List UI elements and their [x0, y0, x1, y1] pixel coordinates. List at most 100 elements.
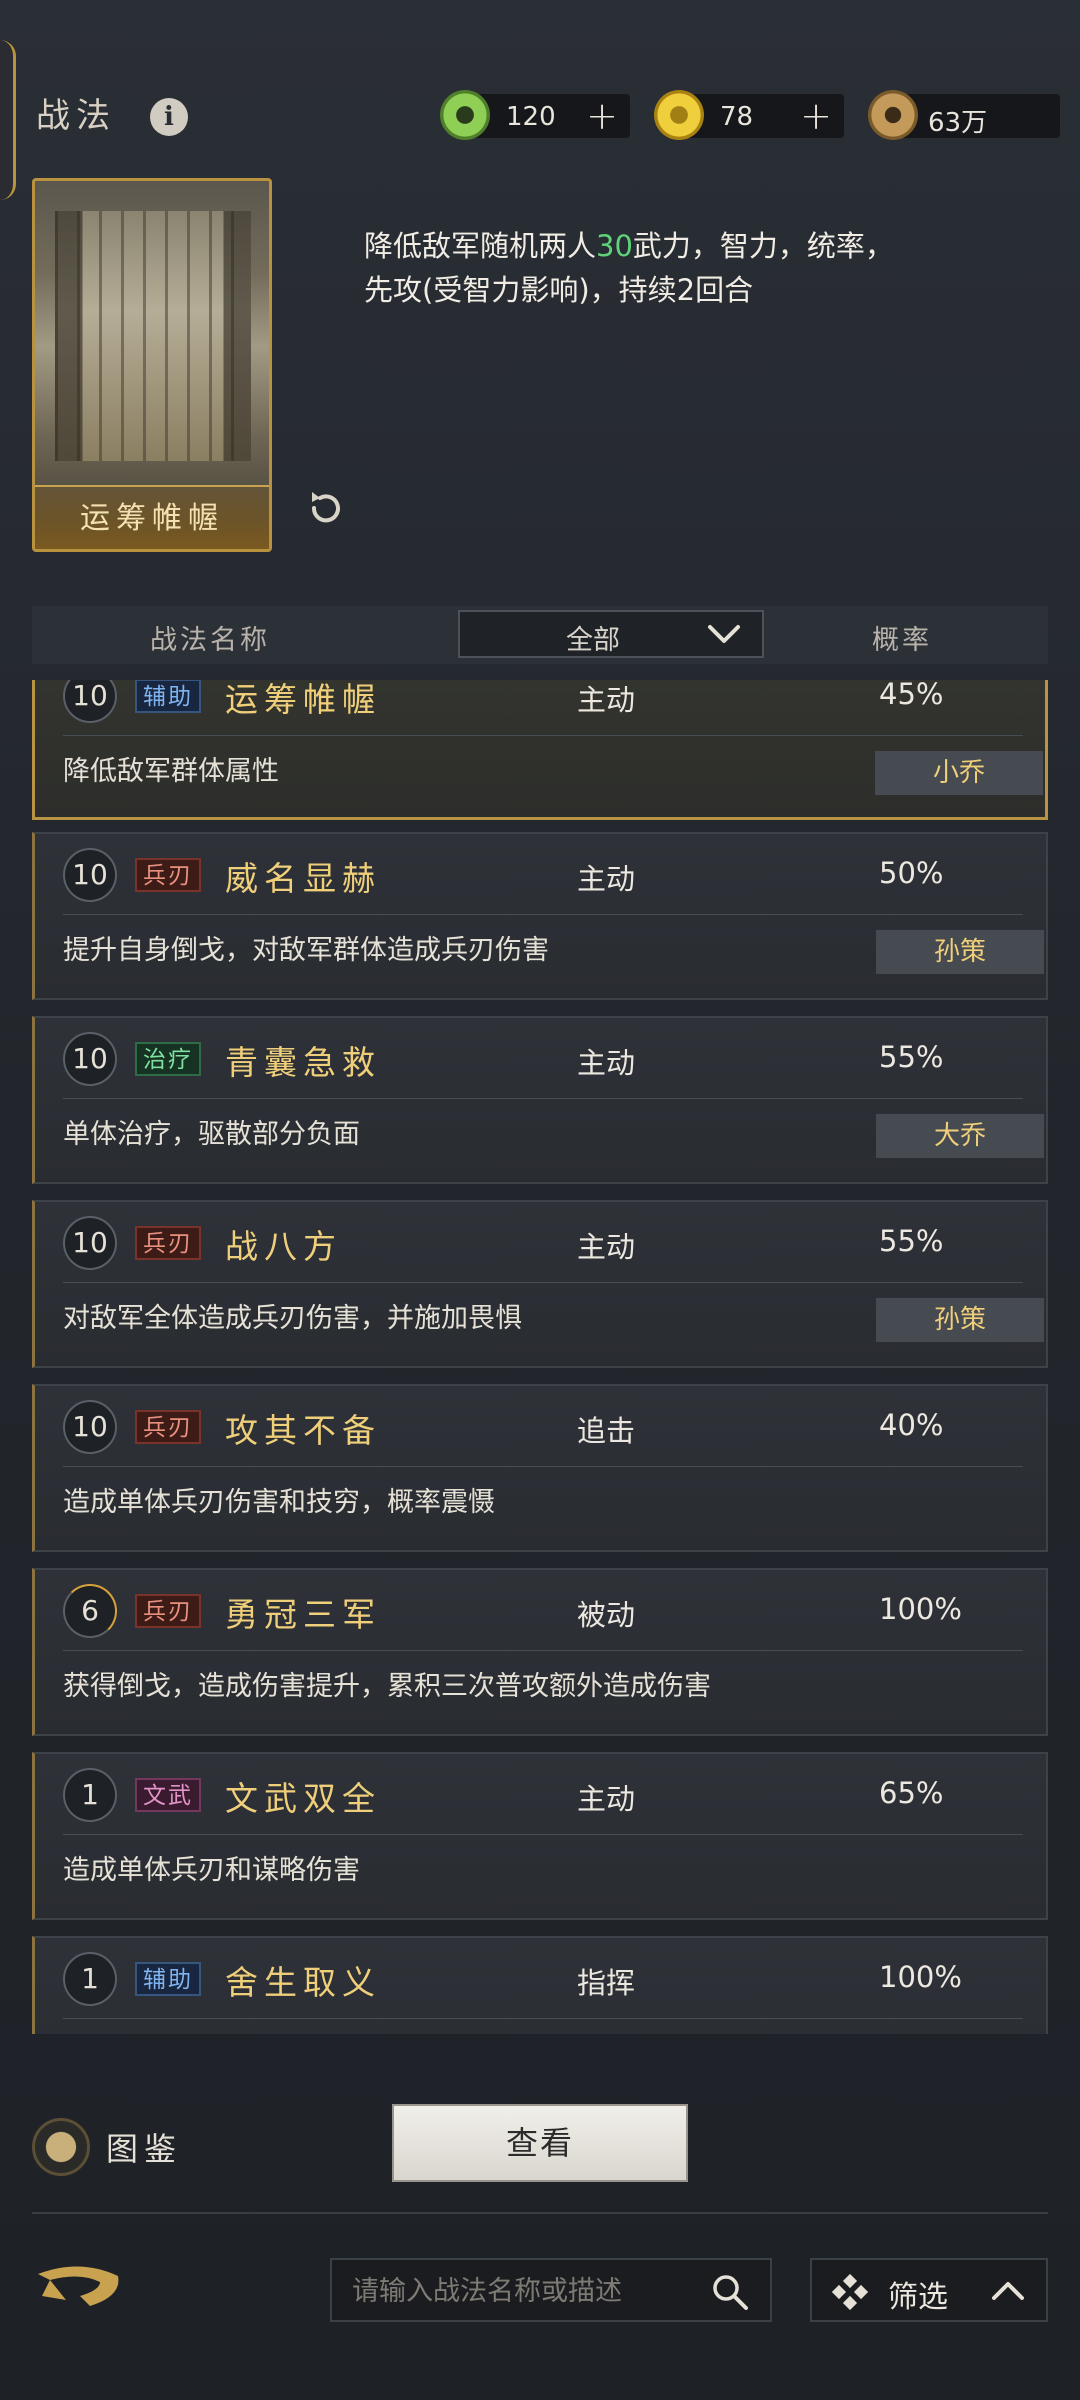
skill-row[interactable]: 1 文武 文武双全 主动 65% 造成单体兵刃和谋略伤害	[32, 1752, 1048, 1920]
currency-copper: 63万	[868, 90, 1060, 140]
skill-desc: 获得倒戈，造成伤害提升，累积三次普攻额外造成伤害	[63, 1671, 711, 1702]
skill-rate: 100%	[879, 1592, 962, 1626]
skill-desc: 对敌军全体造成兵刃伤害，并施加畏惧	[63, 1303, 522, 1334]
side-tab-edge	[0, 40, 16, 200]
currency-jade-value: 120	[506, 102, 556, 132]
skill-level-badge: 1	[63, 1768, 117, 1822]
skill-level-badge: 10	[63, 680, 117, 723]
skill-type: 主动	[577, 1782, 636, 1816]
skill-row[interactable]: 6 兵刃 勇冠三军 被动 100% 获得倒戈，造成伤害提升，累积三次普攻额外造成伤害	[32, 1568, 1048, 1736]
skill-category-tag: 治疗	[135, 1042, 201, 1076]
divider	[32, 2212, 1048, 2214]
chevron-down-icon[interactable]	[706, 622, 742, 646]
atlas-icon[interactable]	[32, 2118, 90, 2176]
copper-coin-icon	[868, 90, 918, 140]
skill-row[interactable]: 10 兵刃 战八方 主动 55% 对敌军全体造成兵刃伤害，并施加畏惧 孙策	[32, 1200, 1048, 1368]
gold-coin-icon	[654, 90, 704, 140]
filter-button[interactable]: 筛选	[810, 2258, 1048, 2322]
row-divider	[63, 1098, 1023, 1099]
skill-name: 战八方	[225, 1227, 342, 1266]
skill-category-tag: 辅助	[135, 680, 201, 713]
search-icon[interactable]	[710, 2272, 750, 2312]
info-icon[interactable]: i	[150, 98, 188, 136]
skill-desc: 降低敌军群体属性	[63, 756, 279, 787]
row-divider	[63, 1834, 1023, 1835]
skill-type: 被动	[577, 1598, 636, 1632]
currency-gold-value: 78	[720, 102, 754, 132]
skill-rate: 65%	[879, 1776, 944, 1810]
skill-type: 主动	[577, 1046, 636, 1080]
column-skill-name[interactable]: 战法名称	[150, 618, 270, 657]
skill-row[interactable]: 1 辅助 舍生取义 指挥 100%	[32, 1936, 1048, 2034]
row-divider	[63, 2018, 1023, 2019]
skill-row[interactable]: 10 辅助 运筹帷幄 主动 45% 降低敌军群体属性 小乔	[32, 680, 1048, 820]
skill-name: 攻其不备	[225, 1411, 381, 1450]
skill-value-highlight: 30	[596, 229, 633, 263]
skill-type: 追击	[577, 1414, 636, 1448]
skill-row[interactable]: 10 兵刃 威名显赫 主动 50% 提升自身倒戈，对敌军群体造成兵刃伤害 孙策	[32, 832, 1048, 1000]
row-divider	[63, 1282, 1023, 1283]
skill-type: 主动	[577, 1230, 636, 1264]
chevron-up-icon	[992, 2282, 1024, 2300]
page-title: 战法	[36, 96, 116, 136]
skill-level-badge: 10	[63, 1032, 117, 1086]
card-art	[55, 211, 251, 461]
type-filter-value[interactable]: 全部	[566, 618, 620, 657]
skill-desc: 造成单体兵刃伤害和技穷，概率震慑	[63, 1487, 495, 1518]
skill-description: 降低敌军随机两人30武力，智力，统率， 先攻(受智力影响)，持续2回合	[364, 229, 894, 307]
skill-rate: 50%	[879, 856, 944, 890]
skill-category-tag: 兵刃	[135, 858, 201, 892]
row-divider	[63, 1466, 1023, 1467]
skill-type: 指挥	[577, 1966, 636, 2000]
view-button[interactable]: 查看	[392, 2104, 688, 2182]
refresh-icon[interactable]	[304, 486, 348, 530]
back-icon[interactable]	[30, 2256, 130, 2326]
skill-row[interactable]: 10 兵刃 攻其不备 追击 40% 造成单体兵刃伤害和技穷，概率震慑	[32, 1384, 1048, 1552]
filter-button-label: 筛选	[888, 2280, 948, 2315]
jade-icon	[440, 90, 490, 140]
skill-rate: 55%	[879, 1040, 944, 1074]
skill-level-badge: 10	[63, 1400, 117, 1454]
card-name: 运筹帷幄	[80, 501, 224, 536]
skill-rate: 55%	[879, 1224, 944, 1258]
skill-row[interactable]: 10 治疗 青囊急救 主动 55% 单体治疗，驱散部分负面 大乔	[32, 1016, 1048, 1184]
skill-type: 主动	[577, 862, 636, 896]
skill-name: 运筹帷幄	[225, 680, 381, 719]
skill-name: 青囊急救	[225, 1043, 381, 1082]
skill-name: 舍生取义	[225, 1963, 381, 2002]
add-gold-button[interactable]: +	[800, 94, 832, 138]
skill-category-tag: 兵刃	[135, 1410, 201, 1444]
skill-rate: 45%	[879, 680, 944, 711]
skill-owner-badge[interactable]: 孙策	[876, 930, 1044, 974]
search-input[interactable]	[352, 2274, 692, 2308]
row-divider	[63, 735, 1023, 736]
search-box	[330, 2258, 772, 2322]
skill-rate: 100%	[879, 1960, 962, 1994]
skill-desc: 单体治疗，驱散部分负面	[63, 1119, 360, 1150]
skill-name: 威名显赫	[225, 859, 381, 898]
skill-owner-badge[interactable]: 大乔	[876, 1114, 1044, 1158]
skill-level-badge: 6	[63, 1584, 117, 1638]
row-divider	[63, 914, 1023, 915]
skill-name: 勇冠三军	[225, 1595, 381, 1634]
row-divider	[63, 1650, 1023, 1651]
skill-level-badge: 10	[63, 1216, 117, 1270]
currency-copper-value: 63万	[928, 108, 988, 138]
skill-category-tag: 文武	[135, 1778, 201, 1812]
add-jade-button[interactable]: +	[586, 94, 618, 138]
skill-card[interactable]: 运筹帷幄	[32, 178, 272, 552]
skill-owner-badge[interactable]: 孙策	[876, 1298, 1044, 1342]
skill-category-tag: 辅助	[135, 1962, 201, 1996]
skill-desc: 提升自身倒戈，对敌军群体造成兵刃伤害	[63, 935, 549, 966]
skill-list[interactable]: 10 辅助 运筹帷幄 主动 45% 降低敌军群体属性 小乔 10 兵刃 威名显赫 主动 50% 提升自身…	[32, 680, 1048, 2034]
skill-level-badge: 10	[63, 848, 117, 902]
skill-rate: 40%	[879, 1408, 944, 1442]
skill-category-tag: 兵刃	[135, 1226, 201, 1260]
filter-diamond-icon	[832, 2274, 868, 2310]
currency-gold: 78 +	[654, 90, 844, 140]
atlas-button-label[interactable]: 图鉴	[106, 2124, 182, 2170]
currency-jade: 120 +	[440, 90, 630, 140]
column-rate[interactable]: 概率	[872, 618, 932, 657]
skill-name: 文武双全	[225, 1779, 381, 1818]
skill-owner-badge[interactable]: 小乔	[875, 751, 1043, 795]
